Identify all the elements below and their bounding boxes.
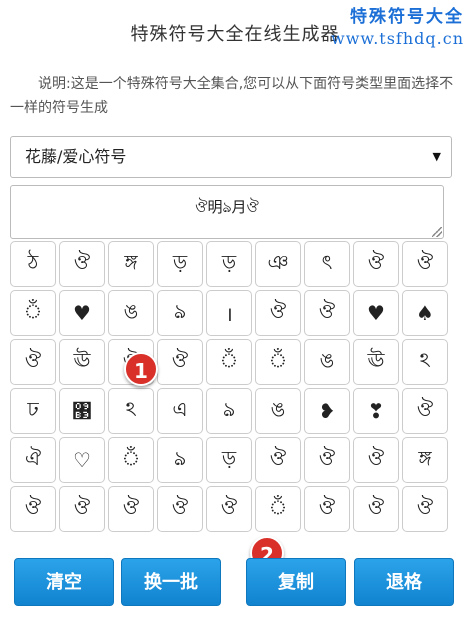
symbol-cell[interactable]: ঁ bbox=[10, 290, 56, 336]
symbol-cell[interactable]: ঔ bbox=[108, 486, 154, 532]
symbol-cell[interactable]: ঌ bbox=[157, 290, 203, 336]
backspace-button[interactable]: 退格 bbox=[354, 558, 454, 606]
symbol-cell[interactable]: ঔ bbox=[206, 486, 252, 532]
symbol-cell[interactable]: ড় bbox=[157, 241, 203, 287]
symbol-cell[interactable]: ঔ bbox=[402, 486, 448, 532]
symbol-cell[interactable]: ঳ bbox=[59, 388, 105, 434]
symbol-cell[interactable]: ঔ bbox=[10, 339, 56, 385]
symbol-cell[interactable]: ঊ bbox=[59, 339, 105, 385]
symbol-cell[interactable]: ♡ bbox=[59, 437, 105, 483]
symbol-cell[interactable]: ৎ bbox=[304, 241, 350, 287]
symbol-cell[interactable]: ঔ bbox=[157, 486, 203, 532]
symbol-cell[interactable]: ঁ bbox=[108, 437, 154, 483]
symbol-cell[interactable]: ঔ bbox=[304, 437, 350, 483]
symbol-cell[interactable]: ❣ bbox=[353, 388, 399, 434]
symbol-cell[interactable]: । bbox=[206, 290, 252, 336]
symbol-cell[interactable]: ঙ bbox=[255, 388, 301, 434]
symbol-cell[interactable]: ❥ bbox=[304, 388, 350, 434]
annotation-badge-1: 1 bbox=[124, 352, 158, 386]
dropdown-arrow-icon: ▼ bbox=[432, 150, 441, 163]
symbol-cell[interactable]: ঔ bbox=[255, 437, 301, 483]
symbol-cell[interactable]: ঙ bbox=[304, 339, 350, 385]
symbol-cell[interactable]: ♥ bbox=[59, 290, 105, 336]
symbol-cell[interactable]: ঔ bbox=[255, 290, 301, 336]
symbol-cell[interactable]: ঙ্গ bbox=[108, 241, 154, 287]
symbol-cell[interactable]: ঙ bbox=[108, 290, 154, 336]
symbol-cell[interactable]: ঐ bbox=[10, 437, 56, 483]
symbol-cell[interactable]: ঔ bbox=[353, 486, 399, 532]
output-textarea[interactable]: ঔ明ঌ月ঔ bbox=[10, 185, 444, 239]
symbol-cell[interactable]: ঞ bbox=[255, 241, 301, 287]
symbol-cell[interactable]: ♠ bbox=[402, 290, 448, 336]
action-buttons: 清空 换一批 复制 退格 bbox=[12, 558, 460, 606]
symbol-cell[interactable]: ♥ bbox=[353, 290, 399, 336]
category-select[interactable]: 花藤/爱心符号 ▼ bbox=[10, 136, 452, 178]
symbol-cell[interactable]: ঊ bbox=[353, 339, 399, 385]
symbol-cell[interactable]: এ bbox=[157, 388, 203, 434]
symbol-cell[interactable]: ঁ bbox=[255, 339, 301, 385]
symbol-cell[interactable]: ঽ bbox=[402, 339, 448, 385]
clear-button[interactable]: 清空 bbox=[14, 558, 114, 606]
shuffle-button[interactable]: 换一批 bbox=[121, 558, 221, 606]
symbol-cell[interactable]: ঌ bbox=[157, 437, 203, 483]
symbol-cell[interactable]: ঔ bbox=[402, 241, 448, 287]
symbol-cell[interactable]: ড় bbox=[206, 241, 252, 287]
symbol-cell[interactable]: ঔ bbox=[59, 241, 105, 287]
symbol-cell[interactable]: ঔ bbox=[59, 486, 105, 532]
resize-handle-icon[interactable] bbox=[432, 227, 442, 237]
symbol-cell[interactable]: ড় bbox=[206, 437, 252, 483]
symbol-cell[interactable]: ঔ bbox=[157, 339, 203, 385]
symbol-cell[interactable]: ঔ bbox=[353, 437, 399, 483]
watermark-url: www.tsfhdq.cn bbox=[331, 29, 464, 48]
symbol-cell[interactable]: ঔ bbox=[353, 241, 399, 287]
copy-button[interactable]: 复制 bbox=[246, 558, 346, 606]
output-text: ঔ明ঌ月ঔ bbox=[195, 198, 259, 216]
symbol-cell[interactable]: ঁ bbox=[255, 486, 301, 532]
symbol-cell[interactable]: ঽ bbox=[108, 388, 154, 434]
site-watermark: 特殊符号大全 www.tsfhdq.cn bbox=[331, 2, 464, 48]
symbol-cell[interactable]: ঔ bbox=[304, 290, 350, 336]
watermark-name: 特殊符号大全 bbox=[350, 7, 464, 27]
symbol-cell[interactable]: ঙ্গ bbox=[402, 437, 448, 483]
symbol-cell[interactable]: ঔ bbox=[304, 486, 350, 532]
description-text: 说明:这是一个特殊符号大全集合,您可以从下面符号类型里面选择不一样的符号生成 bbox=[10, 76, 454, 116]
category-select-value: 花藤/爱心符号 bbox=[25, 147, 127, 166]
symbol-cell[interactable]: ঁ bbox=[206, 339, 252, 385]
symbol-cell[interactable]: ঔ bbox=[402, 388, 448, 434]
symbol-cell[interactable]: ঌ bbox=[206, 388, 252, 434]
symbol-cell[interactable]: ঔ bbox=[10, 486, 56, 532]
symbol-cell[interactable]: ঢ bbox=[10, 388, 56, 434]
symbol-cell[interactable]: ঠ bbox=[10, 241, 56, 287]
